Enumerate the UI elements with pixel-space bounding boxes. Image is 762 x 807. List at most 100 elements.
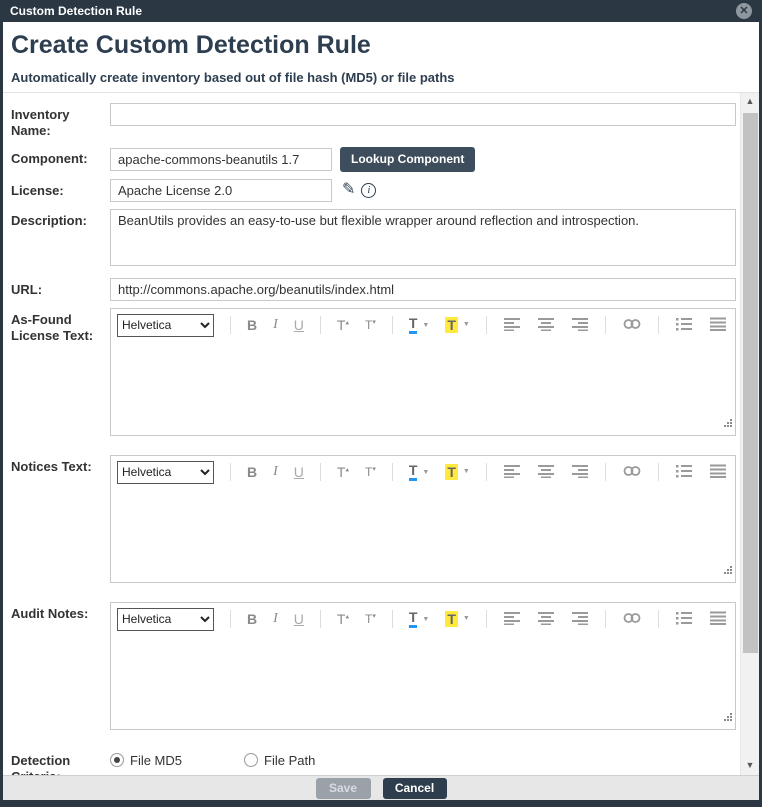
underline-button[interactable]: U <box>294 318 304 332</box>
description-textarea[interactable]: BeanUtils provides an easy-to-use but fl… <box>110 209 736 266</box>
close-icon[interactable]: ✕ <box>736 3 752 19</box>
justify-icon[interactable] <box>709 464 727 480</box>
align-left-icon[interactable] <box>503 464 521 480</box>
toolbar-separator <box>486 610 487 628</box>
toolbar-separator <box>392 610 393 628</box>
audit-notes-editor: Helvetica B I U T▴ T▾ T▼ T▼ <box>110 602 736 730</box>
text-color-button[interactable]: T▼ <box>409 610 430 628</box>
ordered-list-icon[interactable] <box>675 611 693 627</box>
font-family-select[interactable]: Helvetica <box>117 608 214 631</box>
toolbar-separator <box>658 610 659 628</box>
highlight-color-button[interactable]: T▼ <box>445 464 470 481</box>
radio-file-path[interactable] <box>244 753 258 767</box>
lookup-component-button[interactable]: Lookup Component <box>340 147 475 172</box>
description-row: Description: BeanUtils provides an easy-… <box>11 209 736 271</box>
resize-grip-icon[interactable] <box>723 415 733 433</box>
notices-text-row: Notices Text: Helvetica B I U T▴ T▾ T▼ T… <box>11 455 736 595</box>
resize-grip-icon[interactable] <box>723 562 733 580</box>
chevron-down-icon: ▼ <box>463 321 470 328</box>
editor-toolbar: Helvetica B I U T▴ T▾ T▼ T▼ <box>111 456 735 488</box>
custom-detection-rule-dialog: Custom Detection Rule ✕ Create Custom De… <box>0 0 762 807</box>
license-row: License: ✎ i <box>11 179 736 202</box>
bold-button[interactable]: B <box>247 318 257 332</box>
text-color-button[interactable]: T▼ <box>409 463 430 481</box>
align-center-icon[interactable] <box>537 317 555 333</box>
justify-icon[interactable] <box>709 611 727 627</box>
highlight-color-button[interactable]: T▼ <box>445 611 470 628</box>
form-area: Inventory Name: Component: Lookup Compon… <box>3 93 740 775</box>
underline-button[interactable]: U <box>294 465 304 479</box>
text-color-button[interactable]: T▼ <box>409 316 430 334</box>
align-right-icon[interactable] <box>571 464 589 480</box>
justify-icon[interactable] <box>709 317 727 333</box>
license-label: License: <box>11 179 110 199</box>
component-input[interactable] <box>110 148 332 171</box>
toolbar-separator <box>605 610 606 628</box>
info-icon[interactable]: i <box>361 183 376 198</box>
radio-option-file-path[interactable]: File Path <box>244 753 315 768</box>
scroll-down-icon[interactable]: ▼ <box>746 759 755 775</box>
toolbar-separator <box>230 316 231 334</box>
align-center-icon[interactable] <box>537 464 555 480</box>
font-size-increase-button[interactable]: T▴ <box>337 612 349 626</box>
chevron-down-icon: ▼ <box>463 615 470 622</box>
edit-pencil-icon[interactable]: ✎ <box>342 182 355 198</box>
ordered-list-icon[interactable] <box>675 464 693 480</box>
radio-file-md5-label: File MD5 <box>130 753 182 768</box>
font-size-increase-button[interactable]: T▴ <box>337 318 349 332</box>
component-label: Component: <box>11 147 110 167</box>
radio-option-file-md5[interactable]: File MD5 <box>110 753 182 768</box>
bold-button[interactable]: B <box>247 465 257 479</box>
page-subtitle: Automatically create inventory based out… <box>11 70 751 85</box>
toolbar-separator <box>320 610 321 628</box>
font-size-decrease-button[interactable]: T▾ <box>365 613 376 625</box>
toolbar-separator <box>392 463 393 481</box>
align-right-icon[interactable] <box>571 611 589 627</box>
audit-notes-row: Audit Notes: Helvetica B I U T▴ T▾ T▼ T▼ <box>11 602 736 742</box>
align-right-icon[interactable] <box>571 317 589 333</box>
align-left-icon[interactable] <box>503 317 521 333</box>
link-icon[interactable] <box>622 611 642 627</box>
scroll-up-icon[interactable]: ▲ <box>746 93 755 108</box>
editor-content[interactable] <box>111 635 735 715</box>
italic-button[interactable]: I <box>273 318 278 332</box>
align-left-icon[interactable] <box>503 611 521 627</box>
vertical-scrollbar[interactable]: ▲ ▼ <box>740 93 759 775</box>
chevron-down-icon: ▼ <box>422 322 429 329</box>
resize-grip-icon[interactable] <box>723 709 733 727</box>
save-button[interactable]: Save <box>316 778 371 799</box>
chevron-down-icon: ▼ <box>422 469 429 476</box>
highlight-color-button[interactable]: T▼ <box>445 317 470 334</box>
toolbar-separator <box>658 463 659 481</box>
toolbar-separator <box>486 316 487 334</box>
url-input[interactable] <box>110 278 736 301</box>
font-size-decrease-button[interactable]: T▾ <box>365 466 376 478</box>
font-family-select[interactable]: Helvetica <box>117 461 214 484</box>
cancel-button[interactable]: Cancel <box>383 778 447 799</box>
italic-button[interactable]: I <box>273 465 278 479</box>
link-icon[interactable] <box>622 464 642 480</box>
bold-button[interactable]: B <box>247 612 257 626</box>
radio-file-md5[interactable] <box>110 753 124 767</box>
font-size-increase-button[interactable]: T▴ <box>337 465 349 479</box>
editor-content[interactable] <box>111 341 735 421</box>
toolbar-separator <box>320 463 321 481</box>
dialog-bottom-border <box>3 800 759 807</box>
underline-button[interactable]: U <box>294 612 304 626</box>
font-family-select[interactable]: Helvetica <box>117 314 214 337</box>
toolbar-separator <box>320 316 321 334</box>
toolbar-separator <box>392 316 393 334</box>
dialog-title: Custom Detection Rule <box>10 4 142 18</box>
editor-content[interactable] <box>111 488 735 568</box>
font-size-decrease-button[interactable]: T▾ <box>365 319 376 331</box>
italic-button[interactable]: I <box>273 612 278 626</box>
scrollbar-thumb[interactable] <box>743 113 758 653</box>
audit-notes-label: Audit Notes: <box>11 602 110 622</box>
page-title: Create Custom Detection Rule <box>11 31 751 60</box>
ordered-list-icon[interactable] <box>675 317 693 333</box>
license-input[interactable] <box>110 179 332 202</box>
link-icon[interactable] <box>622 317 642 333</box>
notices-text-editor: Helvetica B I U T▴ T▾ T▼ T▼ <box>110 455 736 583</box>
align-center-icon[interactable] <box>537 611 555 627</box>
inventory-name-input[interactable] <box>110 103 736 126</box>
